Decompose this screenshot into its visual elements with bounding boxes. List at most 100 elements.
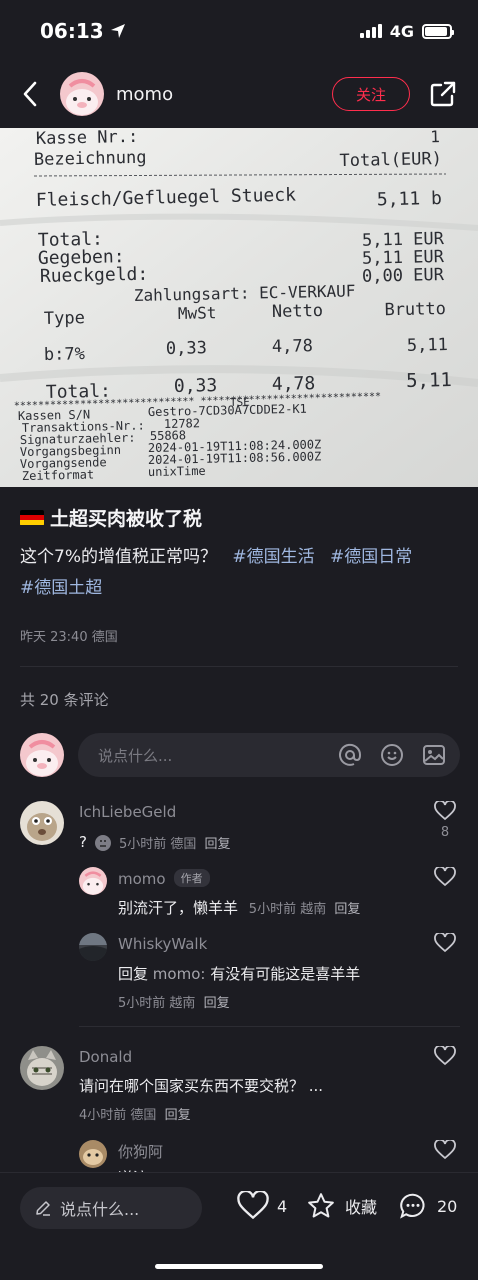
- sweat-emoji-icon: [94, 835, 111, 851]
- bottom-input-placeholder: 说点什么...: [60, 1200, 140, 1219]
- reply-button[interactable]: 回复: [204, 996, 230, 1011]
- comment-input[interactable]: 说点什么...: [78, 733, 460, 777]
- cartoon-face-icon: [20, 801, 64, 845]
- heart-icon: [237, 1191, 269, 1220]
- comment-text: 回复 momo: 有没有可能这是喜羊羊: [118, 963, 360, 984]
- receipt-line: 5,11: [406, 369, 452, 392]
- pig-face-icon: [79, 867, 107, 895]
- receipt-photo: Kasse Nr.:Bezeichnung Total(EUR)1Fleisch/…: [0, 128, 478, 487]
- hashtag-link[interactable]: #德国日常: [330, 547, 412, 567]
- receipt-line: 5,11 b: [377, 188, 442, 210]
- receipt-line: Rueckgeld:: [40, 264, 149, 287]
- share-button[interactable]: [428, 79, 458, 109]
- receipt-line: 1: [430, 128, 440, 146]
- reply-item: 你狗阿 逆流: [79, 1140, 460, 1172]
- commenter-name[interactable]: WhiskyWalk: [118, 935, 207, 953]
- heart-icon: [434, 1046, 456, 1066]
- my-avatar[interactable]: [20, 733, 64, 777]
- pencil-icon: [36, 1201, 50, 1216]
- comment-time: 5小时前: [248, 902, 297, 917]
- receipt-line: 5,11: [407, 335, 448, 356]
- reply-button[interactable]: 回复: [334, 902, 360, 917]
- battery-icon: [422, 23, 454, 39]
- follow-button[interactable]: 关注: [332, 77, 410, 111]
- heart-icon: [434, 1140, 456, 1160]
- commenter-name[interactable]: Donald: [79, 1048, 132, 1066]
- bottom-comment-input[interactable]: 说点什么...: [20, 1187, 202, 1229]
- star-icon: [308, 1193, 334, 1218]
- hashtag-link[interactable]: #德国土超: [20, 578, 102, 598]
- network-type: 4G: [389, 21, 414, 41]
- receipt-line: MwSt: [178, 303, 217, 323]
- commenter-name-row: momo 作者: [118, 869, 210, 888]
- commenter-name[interactable]: IchLiebeGeld: [79, 803, 176, 821]
- receipt-line: Total(EUR): [339, 149, 442, 171]
- post-body-text: 这个7%的增值税正常吗？: [20, 547, 217, 567]
- commenter-avatar[interactable]: [20, 1046, 64, 1090]
- comment-input-placeholder: 说点什么...: [98, 746, 173, 765]
- comment-time: 5小时前: [118, 996, 166, 1011]
- author-name[interactable]: momo: [116, 84, 332, 105]
- battery-level: [425, 26, 447, 36]
- reply-item: WhiskyWalk 回复 momo: 有没有可能这是喜羊羊 5小时前 越南 回…: [79, 933, 460, 1013]
- comment-button[interactable]: 20: [397, 1191, 457, 1221]
- comment-time: 4小时前: [79, 1108, 127, 1123]
- post-title-text: 土超买肉被收了税: [50, 508, 203, 530]
- comment-meta: 5小时前 越南 回复: [118, 992, 230, 1011]
- hashtag-link[interactable]: #德国生活: [232, 547, 314, 567]
- commenter-name[interactable]: 你狗阿: [118, 1141, 163, 1162]
- comment-like[interactable]: 8: [430, 801, 460, 840]
- comment-like[interactable]: [430, 867, 460, 887]
- comment-composer: 说点什么...: [20, 732, 460, 778]
- comment-time: 5小时前: [118, 836, 167, 852]
- commenter-name[interactable]: momo: [118, 870, 166, 888]
- landscape-photo-icon: [79, 933, 107, 961]
- chevron-left-icon: [23, 81, 37, 107]
- germany-flag-icon: [20, 509, 44, 526]
- collect-button[interactable]: 收藏: [305, 1191, 377, 1221]
- commenter-avatar[interactable]: [20, 801, 64, 845]
- back-button[interactable]: [0, 62, 60, 126]
- receipt-line: Zeitformat: [22, 467, 95, 483]
- commenter-avatar[interactable]: [79, 1140, 107, 1168]
- receipt-line: Bezeichnung: [34, 148, 147, 170]
- location-arrow-icon: [110, 24, 125, 38]
- reply-target[interactable]: momo:: [153, 965, 206, 983]
- pig-face-icon: [66, 79, 98, 115]
- reply-button[interactable]: 回复: [165, 1108, 191, 1123]
- heart-icon: [434, 801, 456, 821]
- image-icon[interactable]: [422, 743, 446, 767]
- clock: 06:13: [40, 19, 104, 43]
- receipt-line: Brutto: [384, 299, 446, 320]
- cat-photo-icon: [20, 1046, 64, 1090]
- reply-button[interactable]: 回复: [205, 837, 231, 852]
- comment-meta: 5小时前 德国 回复: [119, 833, 231, 852]
- post-image-receipt[interactable]: Kasse Nr.: Bezeichnung Total(EUR) 1 Fleisch/…: [0, 128, 478, 487]
- chat-bubble-icon: [400, 1193, 425, 1219]
- comment-like[interactable]: [430, 933, 460, 953]
- receipt-line: 0,33: [166, 338, 207, 359]
- receipt-line: Kasse Nr.:: [36, 128, 139, 149]
- comment-total: 20: [437, 1196, 458, 1216]
- like-count: 4: [277, 1196, 288, 1216]
- comment-like[interactable]: [430, 1046, 460, 1066]
- comment-item: Donald 请问在哪个国家买东西不要交税？ ... 4小时前 德国 回复: [20, 1046, 460, 1126]
- signal-icon: [359, 24, 382, 38]
- comment-like[interactable]: [430, 1140, 460, 1160]
- comment-count: 共 20 条评论: [20, 691, 109, 709]
- mention-icon[interactable]: [338, 743, 362, 767]
- comment-location: 德国: [170, 836, 197, 852]
- reply-item: momo 作者 别流汗了，懒羊羊 5小时前 越南 回复: [79, 867, 460, 923]
- commenter-avatar[interactable]: [79, 933, 107, 961]
- author-avatar[interactable]: [60, 72, 104, 116]
- receipt-line: Type: [44, 308, 85, 329]
- commenter-avatar[interactable]: [79, 867, 107, 895]
- like-button[interactable]: 4: [237, 1191, 287, 1221]
- collect-label: 收藏: [345, 1198, 378, 1217]
- emoji-icon[interactable]: [380, 743, 404, 767]
- comment-location: 德国: [130, 1108, 157, 1123]
- reply-prefix: 回复: [118, 965, 149, 983]
- author-badge: 作者: [173, 869, 210, 887]
- receipt-line: 0,33: [174, 375, 218, 397]
- receipt-line: 4,78: [272, 336, 313, 357]
